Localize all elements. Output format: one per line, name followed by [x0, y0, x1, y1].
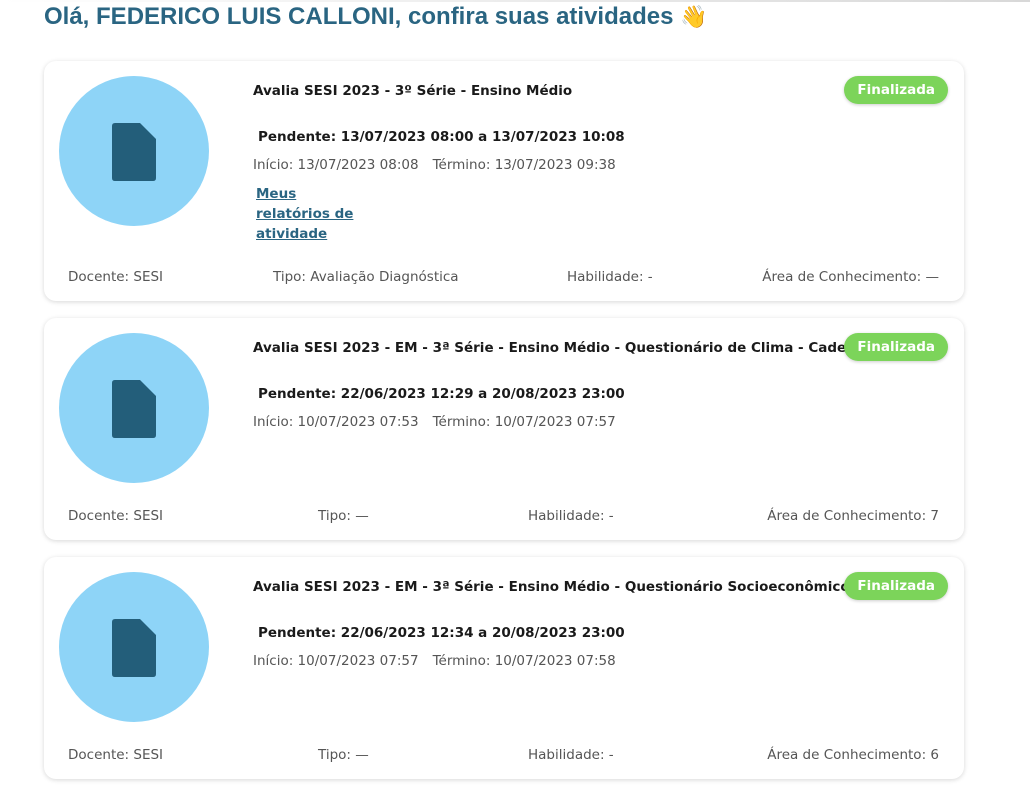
waving-hand-icon: 👋: [680, 4, 708, 29]
end-date: Término: 10/07/2023 07:58: [432, 653, 616, 669]
document-icon: [112, 619, 156, 677]
end-date: Término: 13/07/2023 09:38: [432, 157, 616, 173]
pending-period: Pendente: 22/06/2023 12:29 a 20/08/2023 …: [258, 386, 625, 402]
document-icon: [112, 380, 156, 438]
end-date: Término: 10/07/2023 07:57: [432, 414, 616, 430]
activity-report-link[interactable]: Meus relatórios de atividade: [256, 184, 366, 244]
document-icon: [112, 123, 156, 181]
knowledge-area-label: Área de Conhecimento: —: [762, 269, 939, 285]
activity-card[interactable]: Avalia SESI 2023 - 3º Série - Ensino Méd…: [44, 61, 964, 301]
activity-card[interactable]: Avalia SESI 2023 - EM - 3ª Série - Ensin…: [44, 318, 964, 540]
skill-label: Habilidade: -: [567, 269, 653, 285]
activity-avatar: [59, 333, 209, 483]
activity-title: Avalia SESI 2023 - EM - 3ª Série - Ensin…: [253, 579, 850, 595]
greeting-text: Olá, FEDERICO LUIS CALLONI, confira suas…: [44, 3, 674, 30]
teacher-label: Docente: SESI: [68, 269, 164, 285]
pending-period: Pendente: 13/07/2023 08:00 a 13/07/2023 …: [258, 129, 625, 145]
activity-avatar: [59, 76, 209, 226]
teacher-label: Docente: SESI: [68, 747, 164, 763]
activity-dates: Início: 10/07/2023 07:53 Término: 10/07/2…: [253, 414, 616, 430]
status-badge: Finalizada: [844, 76, 948, 104]
skill-label: Habilidade: -: [528, 508, 614, 524]
status-badge: Finalizada: [844, 572, 948, 600]
top-divider: [0, 0, 1030, 2]
type-label: Tipo: —: [318, 747, 369, 763]
activity-card[interactable]: Avalia SESI 2023 - EM - 3ª Série - Ensin…: [44, 557, 964, 779]
start-date: Início: 13/07/2023 08:08: [253, 157, 419, 173]
teacher-label: Docente: SESI: [68, 508, 164, 524]
pending-period: Pendente: 22/06/2023 12:34 a 20/08/2023 …: [258, 625, 625, 641]
start-date: Início: 10/07/2023 07:57: [253, 653, 419, 669]
knowledge-area-label: Área de Conhecimento: 6: [767, 747, 939, 763]
activity-title: Avalia SESI 2023 - EM - 3ª Série - Ensin…: [253, 340, 896, 356]
type-label: Tipo: Avaliação Diagnóstica: [273, 269, 459, 285]
start-date: Início: 10/07/2023 07:53: [253, 414, 419, 430]
page-title: Olá, FEDERICO LUIS CALLONI, confira suas…: [44, 3, 708, 31]
skill-label: Habilidade: -: [528, 747, 614, 763]
activity-title: Avalia SESI 2023 - 3º Série - Ensino Méd…: [253, 83, 573, 99]
type-label: Tipo: —: [318, 508, 369, 524]
status-badge: Finalizada: [844, 333, 948, 361]
activity-dates: Início: 10/07/2023 07:57 Término: 10/07/2…: [253, 653, 616, 669]
knowledge-area-label: Área de Conhecimento: 7: [767, 508, 939, 524]
activity-dates: Início: 13/07/2023 08:08 Término: 13/07/2…: [253, 157, 616, 173]
activity-avatar: [59, 572, 209, 722]
